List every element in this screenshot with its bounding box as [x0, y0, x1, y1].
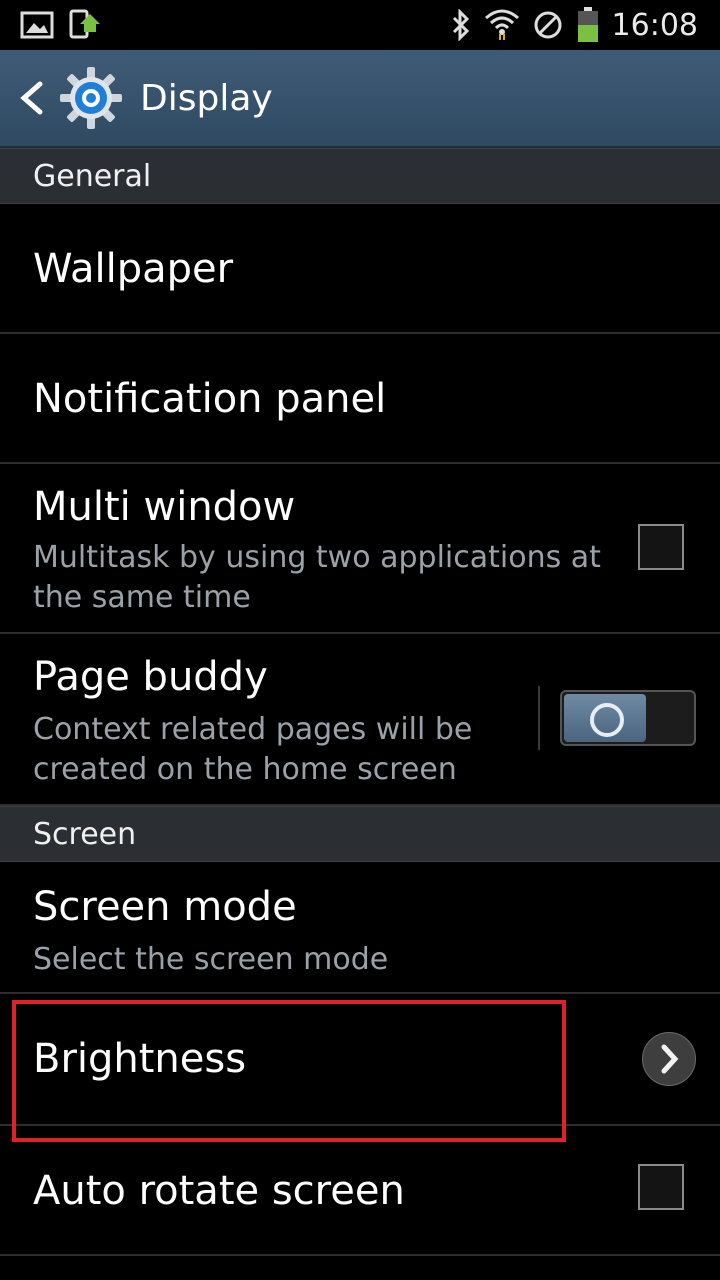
toggle-ring-icon — [590, 703, 624, 737]
setting-subtitle: the same time — [33, 580, 251, 615]
setting-subtitle: created on the home screen — [33, 752, 457, 787]
setting-page-buddy[interactable]: Page buddy Context related pages will be… — [0, 634, 720, 806]
multi-window-checkbox[interactable] — [638, 524, 684, 570]
wifi-icon — [484, 9, 519, 40]
setting-subtitle: Select the screen mode — [33, 942, 389, 977]
section-header-label: Screen — [33, 816, 137, 852]
setting-brightness[interactable]: Brightness — [0, 994, 720, 1126]
blocking-mode-icon — [534, 11, 562, 39]
brightness-open-button[interactable] — [642, 1032, 696, 1086]
battery-icon — [577, 7, 598, 42]
chevron-right-icon — [661, 1044, 679, 1074]
action-bar: Display — [0, 50, 720, 148]
toggle-knob — [564, 694, 646, 742]
back-icon[interactable] — [16, 78, 46, 118]
section-header-label: General — [33, 158, 152, 194]
status-bar: 16:08 — [0, 0, 720, 50]
status-time: 16:08 — [611, 7, 698, 43]
section-header-general: General — [0, 148, 720, 204]
setting-notification-panel[interactable]: Notification panel — [0, 334, 720, 464]
setting-subtitle: Context related pages will be — [33, 712, 473, 747]
setting-wallpaper[interactable]: Wallpaper — [0, 204, 720, 334]
auto-rotate-checkbox[interactable] — [638, 1164, 684, 1210]
section-header-screen: Screen — [0, 806, 720, 862]
page-buddy-toggle[interactable] — [560, 690, 696, 746]
setting-title: Multi window — [33, 484, 296, 530]
setting-multi-window[interactable]: Multi window Multitask by using two appl… — [0, 464, 720, 634]
setting-title: Screen mode — [33, 884, 297, 930]
setting-title: Brightness — [33, 1036, 247, 1082]
setting-title: Auto rotate screen — [33, 1168, 405, 1214]
setting-screen-mode[interactable]: Screen mode Select the screen mode — [0, 862, 720, 994]
row-divider — [538, 686, 540, 750]
page-title: Display — [140, 77, 273, 119]
update-icon — [69, 9, 100, 39]
settings-gear-icon — [60, 67, 122, 129]
setting-title: Wallpaper — [33, 246, 234, 292]
setting-title: Notification panel — [33, 376, 387, 422]
bluetooth-icon — [452, 9, 469, 41]
gallery-icon — [20, 11, 54, 39]
setting-subtitle: Multitask by using two applications at — [33, 540, 601, 575]
setting-title: Page buddy — [33, 654, 268, 700]
setting-auto-rotate-screen[interactable]: Auto rotate screen — [0, 1126, 720, 1256]
